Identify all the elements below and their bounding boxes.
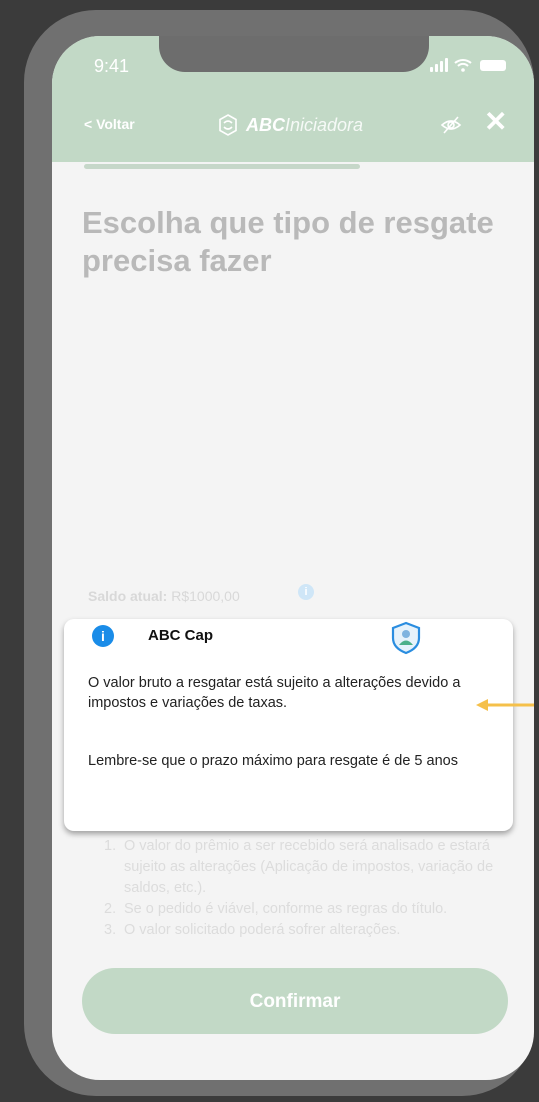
balance-label: Saldo atual: (88, 588, 168, 604)
eye-off-icon[interactable] (440, 114, 462, 136)
status-time: 9:41 (94, 56, 130, 76)
close-icon[interactable]: ✕ (484, 108, 507, 136)
card-text-taxes: O valor bruto a resgatar está sujeito a … (88, 675, 461, 711)
confirm-button[interactable]: Confirmar (82, 968, 508, 1034)
info-icon: i (92, 625, 114, 647)
device-notch (159, 36, 429, 72)
brand-logo: ABC Iniciadora (216, 112, 363, 138)
signal-icon (430, 58, 450, 72)
brand-mark-icon (219, 114, 237, 136)
back-button[interactable]: < Voltar (84, 116, 135, 132)
battery-icon (480, 60, 506, 71)
steps-list: 1. O valor do prêmio a ser recebido será… (104, 836, 524, 941)
progress-bar (84, 164, 360, 169)
card-text-deadline: Lembre-se que o prazo máximo para resgat… (88, 753, 458, 769)
shield-user-icon (391, 621, 421, 655)
header-bar: 9:41 < Voltar ABC Iniciadora ✕ (52, 36, 534, 162)
status-icons (416, 58, 506, 72)
annotation-arrow-icon (476, 699, 534, 711)
phone-screen: 9:41 < Voltar ABC Iniciadora ✕ Escolha q… (52, 36, 534, 1080)
brand-name-light: Iniciadora (285, 114, 364, 135)
balance-value: R$1000,00 (171, 588, 240, 604)
brand-name-bold: ABC (246, 114, 285, 135)
balance-text: Saldo atual: R$1000,00 (88, 588, 240, 604)
info-icon[interactable]: i (298, 584, 314, 600)
list-item: 3. O valor solicitado poderá sofrer alte… (104, 922, 401, 938)
wifi-icon (454, 59, 472, 72)
info-popup-card: i ABC Cap O valor bruto a resgatar está … (64, 619, 513, 831)
page-title: Escolha que tipo de resgate precisa faze… (82, 205, 494, 278)
list-item: 1. O valor do prêmio a ser recebido será… (104, 838, 494, 896)
list-item: 2. Se o pedido é viável, conforme as reg… (104, 901, 448, 917)
card-title: ABC Cap (148, 627, 214, 644)
